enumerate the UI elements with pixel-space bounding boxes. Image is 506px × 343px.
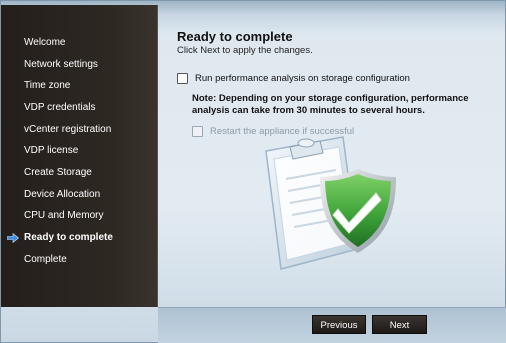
sidebar-item-label: vCenter registration (24, 124, 112, 135)
sidebar-item-label: Network settings (24, 59, 98, 70)
perf-analysis-checkbox[interactable] (177, 73, 188, 84)
perf-analysis-checkbox-row[interactable]: Run performance analysis on storage conf… (177, 73, 410, 84)
sidebar-item-vdp-license[interactable]: VDP license (1, 142, 158, 160)
page-title: Ready to complete (177, 29, 293, 44)
sidebar-item-label: Device Allocation (24, 189, 101, 200)
wizard-sidebar: Welcome Network settings Time zone VDP c… (1, 5, 158, 307)
sidebar-item-time-zone[interactable]: Time zone (1, 77, 158, 95)
sidebar-item-complete[interactable]: Complete (1, 251, 158, 269)
sidebar-item-welcome[interactable]: Welcome (1, 34, 158, 52)
perf-analysis-label: Run performance analysis on storage conf… (195, 73, 410, 84)
page-subtitle: Click Next to apply the changes. (177, 45, 313, 56)
sidebar-item-cpu-and-memory[interactable]: CPU and Memory (1, 207, 158, 225)
sidebar-item-label: CPU and Memory (24, 210, 104, 221)
sidebar-item-vcenter-registration[interactable]: vCenter registration (1, 121, 158, 139)
sidebar-item-label: Ready to complete (24, 232, 113, 243)
previous-button[interactable]: Previous (312, 315, 366, 334)
sidebar-item-vdp-credentials[interactable]: VDP credentials (1, 99, 158, 117)
next-button[interactable]: Next (372, 315, 427, 334)
sidebar-item-label: Complete (24, 254, 67, 265)
arrow-right-icon (7, 233, 19, 243)
sidebar-item-network-settings[interactable]: Network settings (1, 56, 158, 74)
wizard-window: Welcome Network settings Time zone VDP c… (0, 0, 506, 343)
sidebar-item-label: Create Storage (24, 167, 92, 178)
sidebar-item-label: VDP credentials (24, 102, 96, 113)
restart-appliance-checkbox[interactable] (192, 126, 203, 137)
clipboard-shield-check-icon (265, 136, 396, 270)
sidebar-item-label: Welcome (24, 37, 66, 48)
sidebar-item-ready-to-complete[interactable]: Ready to complete (1, 229, 158, 247)
perf-analysis-note: Note: Depending on your storage configur… (192, 93, 469, 116)
sidebar-item-create-storage[interactable]: Create Storage (1, 164, 158, 182)
sidebar-item-device-allocation[interactable]: Device Allocation (1, 186, 158, 204)
sidebar-item-label: VDP license (24, 145, 79, 156)
sidebar-item-label: Time zone (24, 80, 71, 91)
